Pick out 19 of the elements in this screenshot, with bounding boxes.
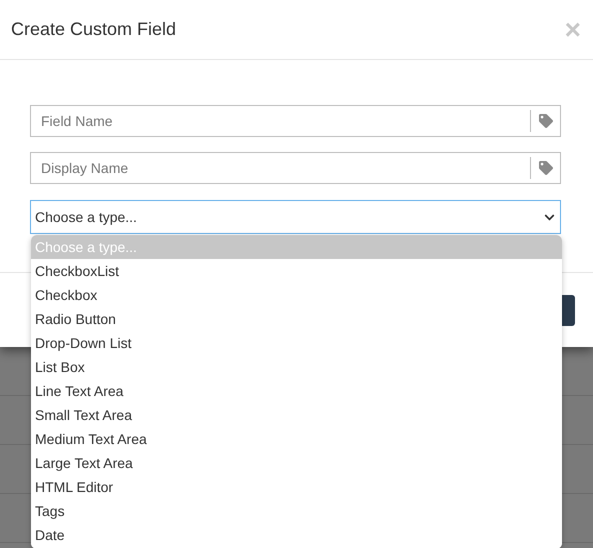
tag-icon [538,114,552,128]
dropdown-option[interactable]: Radio Button [31,307,562,331]
text-field[interactable]: Display Name [30,152,561,184]
tag-icon [538,161,552,175]
dropdown-option[interactable]: CheckboxList [31,259,562,283]
dropdown-option[interactable]: Large Text Area [31,451,562,475]
dropdown-option[interactable]: Checkbox [31,283,562,307]
dropdown-option[interactable]: Date [31,523,562,547]
type-select[interactable]: Choose a type... [30,200,561,234]
dialog-title: Create Custom Field [11,19,176,40]
dropdown-option[interactable]: Tags [31,499,562,523]
dropdown-option[interactable]: Drop-Down List [31,331,562,355]
chevron-icon [544,212,555,222]
text-field[interactable]: Field Name [30,105,561,137]
dropdown-option[interactable]: Medium Text Area [31,427,562,451]
dropdown-option[interactable]: List Box [31,355,562,379]
dropdown-option[interactable]: Small Text Area [31,403,562,427]
dropdown-option[interactable]: HTML Editor [31,475,562,499]
dropdown-option[interactable]: Line Text Area [31,379,562,403]
